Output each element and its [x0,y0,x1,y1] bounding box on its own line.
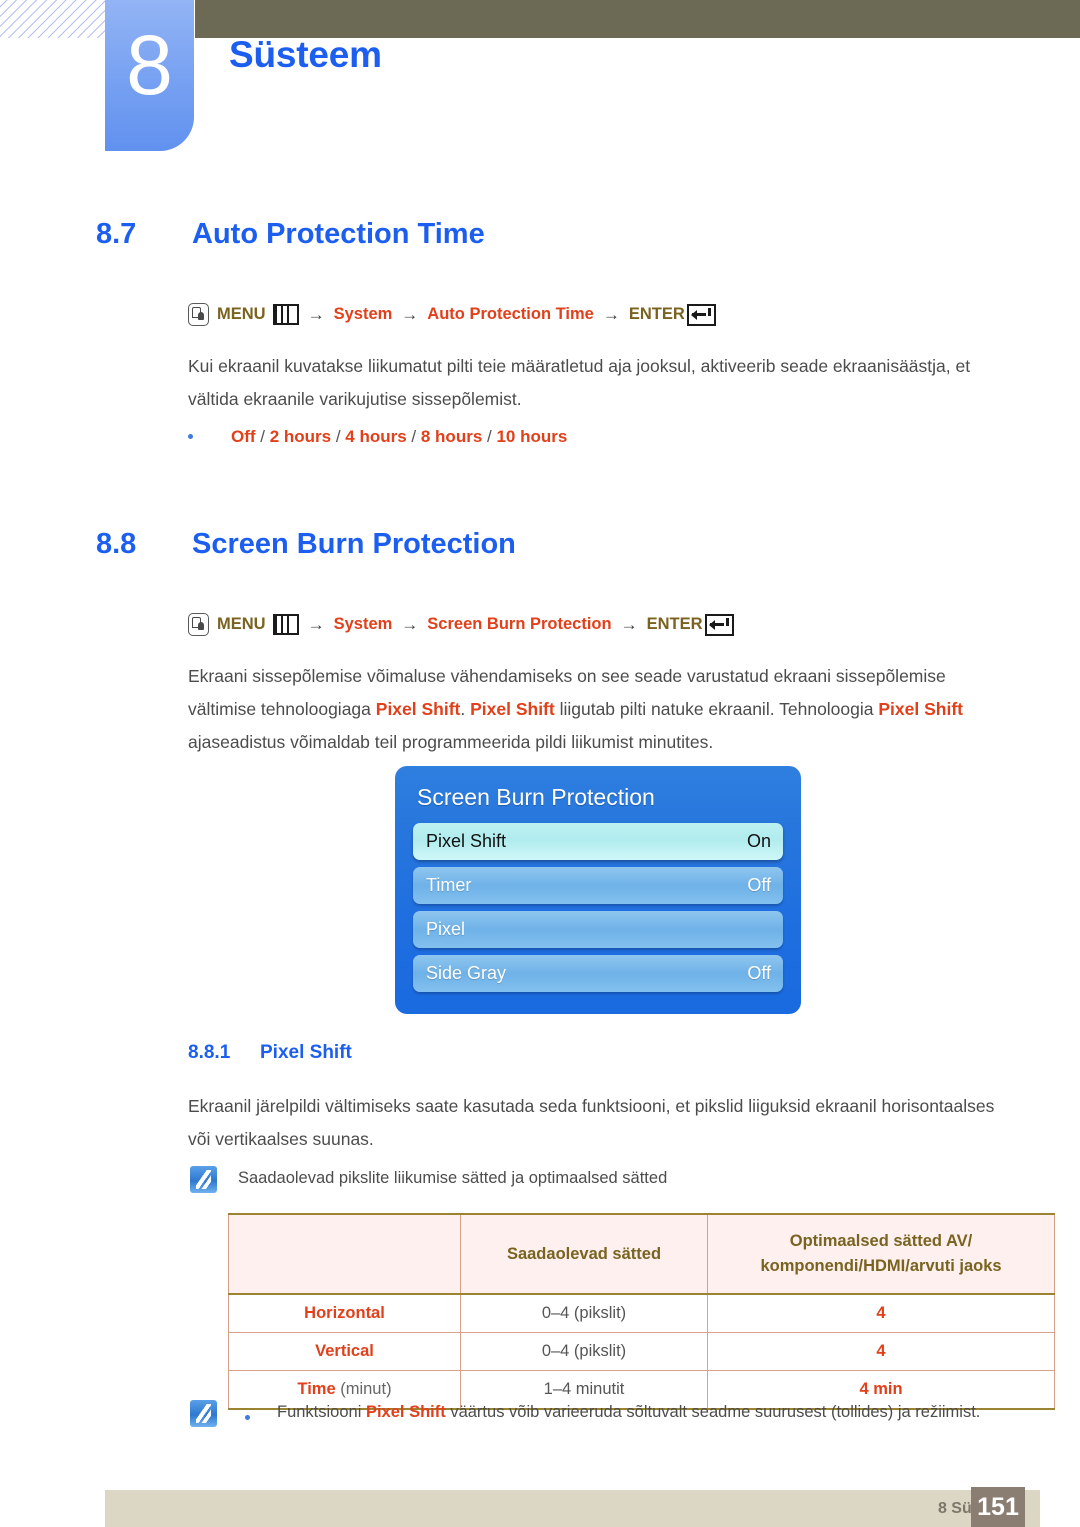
enter-key-icon [704,613,734,636]
table-cell-label-text: Horizontal [304,1304,385,1322]
table-cell-label-sub: (minut) [335,1380,392,1398]
table-header-blank [228,1213,461,1295]
section-number-8-8: 8.8 [96,528,137,560]
osd-screen-burn-protection: Screen Burn Protection Pixel Shift On Ti… [395,766,801,1014]
paragraph-screen-burn: Ekraani sissepõlemise võimaluse vähendam… [188,660,998,759]
menu-item-auto-protection-time: Auto Protection Time [427,305,594,323]
arrow-3: → [602,304,620,324]
paragraph-auto-protection: Kui ekraanil kuvatakse liikumatut pilti … [188,356,971,409]
section-number-8-7: 8.7 [96,218,137,250]
note-hl-pixel-shift: Pixel Shift [365,1403,446,1421]
para-text-2: . [460,699,471,719]
hand-press-icon [188,303,209,326]
note-text-2: väärtus võib varieeruda sõltuvalt seadme… [445,1403,981,1421]
osd-row-label: Pixel Shift [426,831,507,851]
enter-label: ENTER [628,305,685,323]
bullet-dot-icon [245,1415,250,1420]
osd-row-side-gray[interactable]: Side Gray Off [413,955,783,992]
menu-item-system: System [333,615,393,633]
para-hl-pixel-shift-3: Pixel Shift [878,699,963,719]
enter-label: ENTER [646,615,703,633]
osd-row-pixel[interactable]: Pixel [413,911,783,948]
section-heading-8-8-1: 8.8.1 Pixel Shift [188,1042,352,1064]
page-header: 8 Süsteem [0,0,1080,160]
menu-path-auto-protection: MENU → System → Auto Protection Time → E… [188,303,716,326]
table-row: Vertical 0–4 (pikslit) 4 [228,1332,1055,1371]
section-heading-8-8: 8.8 Screen Burn Protection [96,528,516,561]
osd-row-value: Off [747,875,771,895]
table-header-optimal-line2: komponendi/HDMI/arvuti jaoks [760,1257,1002,1275]
osd-row-label: Side Gray [426,963,507,983]
option-4-hours: 4 hours [345,427,407,446]
para-hl-pixel-shift-2: Pixel Shift [470,699,555,719]
section-heading-8-7: 8.7 Auto Protection Time [96,218,485,251]
menu-item-screen-burn-protection: Screen Burn Protection [427,615,612,633]
arrow-2: → [401,304,419,324]
osd-row-label: Timer [426,875,472,895]
arrow-3: → [620,614,638,634]
section-number-8-8-1: 8.8.1 [188,1042,231,1063]
table-cell-available: 0–4 (pikslit) [460,1293,708,1333]
menu-grid-icon [272,304,299,325]
table-header-optimal-line1: Optimaalsed sätted AV/ [789,1232,973,1250]
table-cell-available: 0–4 (pikslit) [460,1332,708,1371]
header-olive-bar [195,0,1080,38]
para-hl-pixel-shift-1: Pixel Shift [375,699,461,719]
note-text-1: Funktsiooni [277,1403,366,1421]
pixel-shift-settings-table: Saadaolevad sätted Optimaalsed sätted AV… [228,1213,1055,1410]
osd-row-timer[interactable]: Timer Off [413,867,783,904]
table-cell-optimal: 4 [707,1332,1055,1371]
note-above-table-text: Saadaolevad pikslite liikumise sätted ja… [238,1169,668,1187]
table-cell-optimal: 4 [707,1293,1055,1333]
table-cell-label-text: Vertical [315,1342,374,1360]
arrow-1: → [307,614,325,634]
footer-bar [105,1490,1040,1527]
osd-row-value: On [746,831,771,851]
arrow-1: → [307,304,325,324]
arrow-2: → [401,614,419,634]
menu-path-screen-burn: MENU → System → Screen Burn Protection →… [188,613,734,636]
chapter-title: Süsteem [229,34,382,75]
enter-key-icon [686,303,716,326]
osd-title: Screen Burn Protection [417,784,655,810]
table-row: Horizontal 0–4 (pikslit) 4 [228,1293,1055,1333]
menu-item-system: System [333,305,393,323]
table-cell-label: Horizontal [228,1293,461,1333]
option-off: Off [231,427,256,446]
note-pen-icon [190,1166,217,1193]
option-8-hours: 8 hours [420,427,483,446]
para-text-3: liigutab pilti natuke ekraanil. Tehnoloo… [554,699,879,719]
footer-page-number: 151 [971,1487,1025,1527]
table-header-optimal: Optimaalsed sätted AV/ komponendi/HDMI/a… [707,1213,1055,1295]
section-title-8-8: Screen Burn Protection [192,528,516,560]
table-cell-label: Vertical [228,1332,461,1371]
option-10-hours: 10 hours [496,427,568,446]
osd-row-value: Off [747,963,771,983]
table-cell-label-text: Time [297,1380,336,1398]
paragraph-pixel-shift: Ekraanil järelpildi vältimiseks saate ka… [188,1096,995,1149]
options-auto-protection: Off / 2 hours / 4 hours / 8 hours / 10 h… [188,427,567,447]
section-title-8-8-1: Pixel Shift [260,1042,352,1063]
table-header-available: Saadaolevad sätted [460,1213,708,1295]
menu-grid-icon [272,614,299,635]
osd-row-pixel-shift[interactable]: Pixel Shift On [413,823,783,860]
para-text-4: ajaseadistus võimaldab teil programmeeri… [188,732,714,752]
osd-row-label: Pixel [426,919,466,939]
note-pen-icon [190,1400,217,1427]
section-title-8-7: Auto Protection Time [192,218,485,250]
hand-press-icon [188,613,209,636]
menu-label: MENU [217,615,266,633]
table-header-row: Saadaolevad sätted Optimaalsed sätted AV… [228,1213,1055,1295]
menu-label: MENU [217,305,266,323]
bullet-dot-icon [188,433,193,439]
hatch-decoration [0,0,118,38]
chapter-number: 8 [126,18,173,112]
option-2-hours: 2 hours [269,427,332,446]
note-below-table-text: Funktsiooni Pixel Shift väärtus võib var… [277,1403,980,1422]
